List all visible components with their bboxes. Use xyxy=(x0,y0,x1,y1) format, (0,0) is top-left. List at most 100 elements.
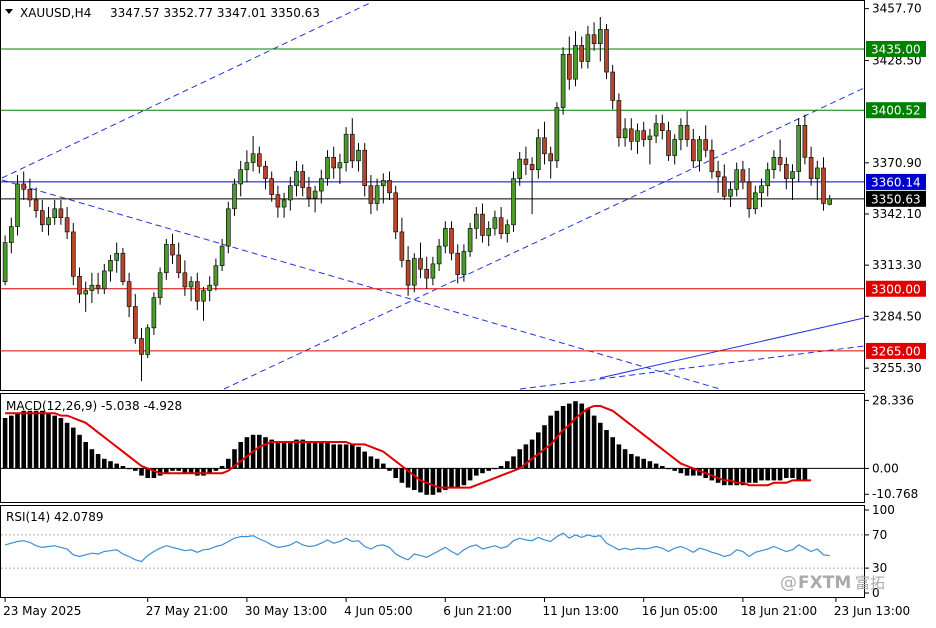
macd-bar xyxy=(343,444,349,469)
candle-body xyxy=(790,171,795,179)
candle-body xyxy=(542,137,547,155)
candle-body xyxy=(752,192,758,210)
candle-body xyxy=(368,185,374,204)
macd-bar xyxy=(759,468,764,481)
candle-body xyxy=(554,107,560,162)
time-axis: 23 May 2025 27 May 21:00 30 May 13:00 4 Jun… xyxy=(3,598,910,618)
candle-body xyxy=(95,284,101,290)
candle-body xyxy=(108,260,113,272)
candle-body xyxy=(244,162,250,171)
rsi-tick-label: 100 xyxy=(872,503,895,517)
candle-body xyxy=(734,169,740,190)
watermark-text-cn: 富拓 xyxy=(855,574,885,592)
candle-body xyxy=(740,169,746,183)
candle-body xyxy=(157,272,163,298)
macd-bar xyxy=(281,442,287,469)
candle-body xyxy=(622,128,628,139)
macd-bar xyxy=(300,439,305,469)
candle-body xyxy=(604,29,609,73)
macd-bar xyxy=(399,468,405,483)
time-tick-label: 4 Jun 05:00 xyxy=(344,604,413,618)
macd-bar xyxy=(46,413,51,469)
candle-body xyxy=(387,180,392,194)
macd-bar xyxy=(790,468,795,478)
macd-bar xyxy=(325,442,330,469)
candle-body xyxy=(765,169,771,187)
macd-tick-label: 28.336 xyxy=(872,393,914,407)
macd-bar xyxy=(660,466,665,469)
fxtm-watermark: @ FXTM 富拓 xyxy=(780,573,885,593)
macd-bar xyxy=(350,444,355,469)
candle-body xyxy=(120,252,126,282)
candle-body xyxy=(318,178,324,192)
macd-bar xyxy=(560,406,566,469)
macd-bar xyxy=(728,468,733,486)
macd-bar xyxy=(269,439,274,469)
candle-body xyxy=(666,130,671,156)
candle xyxy=(393,185,399,240)
candle-body xyxy=(672,139,678,156)
symbol-label[interactable]: XAUUSD,H4 xyxy=(20,6,91,20)
candle-body xyxy=(424,268,430,279)
macd-bar xyxy=(120,466,126,469)
macd-bar xyxy=(362,451,367,469)
macd-bar xyxy=(591,415,597,469)
macd-bar xyxy=(467,468,473,481)
time-tick-label: 11 Jun 13:00 xyxy=(543,604,619,618)
macd-bar xyxy=(33,410,39,469)
price-tick-label: 3255.30 xyxy=(872,361,922,375)
price-tick-label: 3457.70 xyxy=(872,2,922,16)
time-tick-label: 23 May 2025 xyxy=(3,604,81,618)
candle-body xyxy=(709,149,715,172)
candle-body xyxy=(777,157,783,165)
level-tag-label: 3360.14 xyxy=(871,175,921,189)
level-tag-label: 3350.63 xyxy=(871,192,921,206)
candle-body xyxy=(635,130,640,142)
macd-bar xyxy=(337,444,343,469)
macd-bar xyxy=(647,461,653,469)
macd-bar xyxy=(604,430,609,469)
candle-body xyxy=(579,45,585,62)
candle-body xyxy=(616,100,622,139)
candle-body xyxy=(504,224,510,234)
macd-bar xyxy=(288,442,293,469)
macd-bar xyxy=(567,403,572,469)
candle-body xyxy=(430,263,436,279)
candle-body xyxy=(343,133,349,163)
candle-body xyxy=(164,244,169,274)
candle-body xyxy=(226,208,231,247)
candle-body xyxy=(728,188,733,197)
price-tick-label: 3313.30 xyxy=(872,258,922,272)
candle-body xyxy=(573,45,578,80)
candle-body xyxy=(436,245,442,265)
macd-bar xyxy=(616,444,622,469)
candle-body xyxy=(195,281,200,302)
candle-body xyxy=(498,217,504,234)
macd-bar xyxy=(796,468,801,481)
macd-bar xyxy=(629,454,634,469)
macd-bar xyxy=(536,432,541,469)
candle-body xyxy=(232,183,237,210)
candle xyxy=(15,175,20,236)
ohlc-label: 3347.57 3352.77 3347.01 3350.63 xyxy=(110,6,320,20)
macd-bar xyxy=(678,468,684,474)
macd-bar xyxy=(312,442,318,469)
level-tag-2: 3360.14 xyxy=(866,173,926,190)
candle-body xyxy=(89,284,95,291)
candle-body xyxy=(151,297,157,329)
candle xyxy=(604,24,609,80)
candle-body xyxy=(492,217,498,229)
candle-body xyxy=(802,125,808,158)
trading-chart[interactable]: 3457.703428.503370.903342.103313.303284.… xyxy=(0,0,936,624)
candle-body xyxy=(461,251,467,275)
macd-bar xyxy=(40,410,45,469)
level-tag-label: 3300.00 xyxy=(871,282,921,296)
macd-bar xyxy=(71,427,76,469)
macd-bar xyxy=(306,442,312,469)
macd-bar xyxy=(653,463,659,469)
candle xyxy=(120,247,126,286)
candle-body xyxy=(647,135,653,140)
candle-body xyxy=(641,130,647,140)
level-tag-3: 3350.63 xyxy=(866,190,926,207)
candle-body xyxy=(188,281,194,288)
